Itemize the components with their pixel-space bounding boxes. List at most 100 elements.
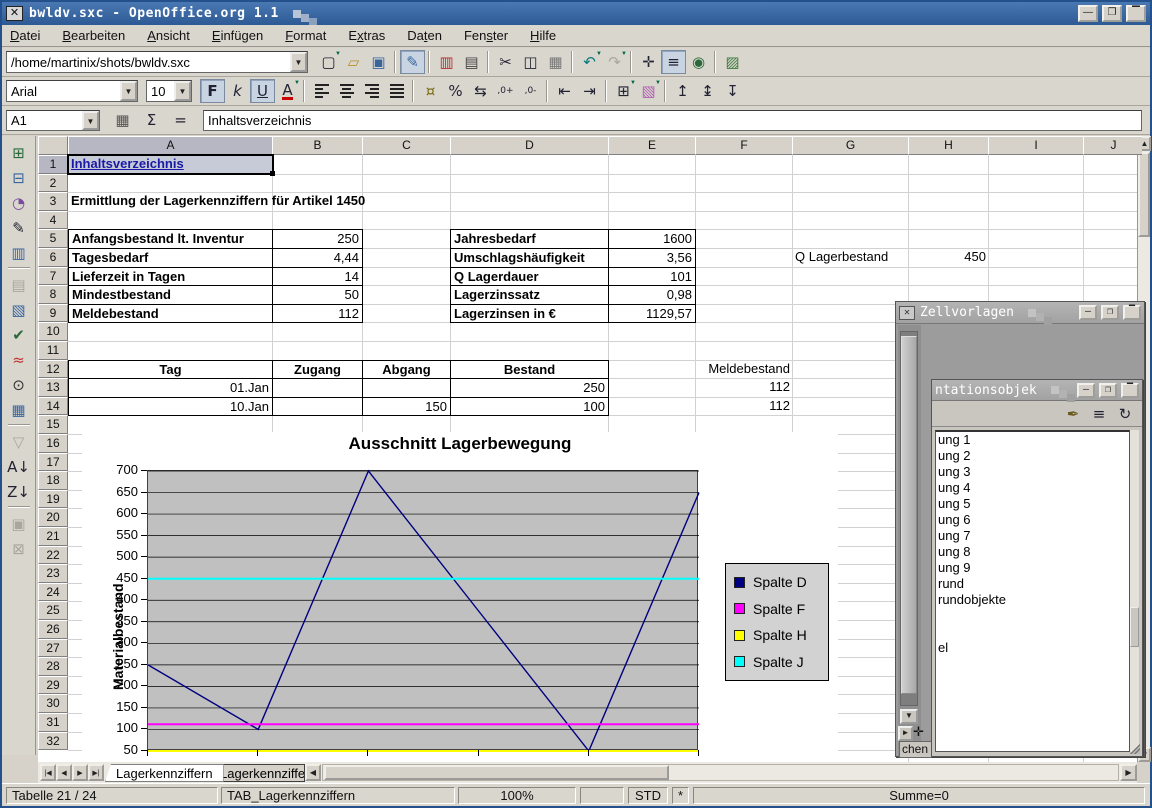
cell-A6[interactable]: Tagesbedarf bbox=[68, 248, 273, 268]
style-list-item-14[interactable]: el bbox=[936, 640, 1129, 656]
copy-button[interactable]: ◫ bbox=[518, 50, 543, 74]
row-header-9[interactable]: 9 bbox=[38, 304, 68, 323]
minimize-window-icon[interactable]: — bbox=[1079, 305, 1097, 320]
auto-spellcheck-button[interactable]: ≈ bbox=[6, 347, 32, 372]
cell-F12[interactable]: Meldebestand bbox=[695, 360, 793, 379]
align-center-button[interactable] bbox=[334, 79, 359, 103]
row-header-6[interactable]: 6 bbox=[38, 248, 68, 267]
paste-button[interactable]: ▦ bbox=[543, 50, 568, 74]
maximize-window-icon[interactable]: ❐ bbox=[1102, 5, 1122, 22]
row-header-1[interactable]: 1 bbox=[38, 155, 68, 174]
resize-grip[interactable] bbox=[1130, 744, 1140, 754]
menu-hilfe[interactable]: Hilfe bbox=[530, 28, 556, 43]
cell-G6[interactable]: Q Lagerbestand bbox=[792, 248, 909, 267]
close-icon[interactable]: ✕ bbox=[899, 306, 915, 320]
cut-button[interactable]: ✂ bbox=[493, 50, 518, 74]
previous-sheet-icon[interactable]: ◀ bbox=[56, 764, 72, 781]
cell-A5[interactable]: Anfangsbestand lt. Inventur bbox=[68, 229, 273, 249]
formula-input-line[interactable] bbox=[203, 110, 1142, 131]
presentation-styles-window[interactable]: ntationsobjek —❐▔ ✒≡↻ ung 1ung 2ung 3ung… bbox=[931, 379, 1143, 757]
url-combobox[interactable]: ▼ bbox=[6, 51, 308, 73]
cell-E8[interactable]: 0,98 bbox=[608, 285, 696, 305]
page-style-field[interactable]: TAB_Lagerkennziffern bbox=[221, 787, 455, 804]
column-header-B[interactable]: B bbox=[272, 136, 363, 155]
font-size-combobox[interactable]: ▼ bbox=[146, 80, 192, 102]
row-header-7[interactable]: 7 bbox=[38, 267, 68, 286]
cell-D8[interactable]: Lagerzinssatz bbox=[450, 285, 609, 305]
new-style-from-selection-button[interactable]: ≡ bbox=[1088, 404, 1110, 424]
row-header-11[interactable]: 11 bbox=[38, 341, 68, 360]
column-header-D[interactable]: D bbox=[450, 136, 609, 155]
cell-A1[interactable]: Inhaltsverzeichnis bbox=[68, 155, 273, 174]
align-right-button[interactable] bbox=[359, 79, 384, 103]
formula-button[interactable]: = bbox=[168, 108, 193, 132]
fill-format-mode-button[interactable]: ✒ bbox=[1062, 404, 1084, 424]
cell-E9[interactable]: 1129,57 bbox=[608, 304, 696, 324]
sort-ascending-button[interactable]: A↓ bbox=[6, 454, 32, 479]
cell-E7[interactable]: 101 bbox=[608, 267, 696, 287]
cell-C14[interactable]: 150 bbox=[362, 397, 451, 417]
cell-A8[interactable]: Mindestbestand bbox=[68, 285, 273, 305]
row-header-25[interactable]: 25 bbox=[38, 601, 68, 620]
form-functions-button[interactable]: ▥ bbox=[6, 240, 32, 265]
style-list-item-12[interactable] bbox=[936, 608, 1129, 624]
url-dropdown-icon[interactable]: ▼ bbox=[290, 52, 307, 72]
zoom-field[interactable]: 100% bbox=[458, 787, 576, 804]
print-document-button[interactable]: ▤ bbox=[459, 50, 484, 74]
borders-button[interactable]: ⊞▼ bbox=[611, 79, 636, 103]
draw-functions-button[interactable]: ✎ bbox=[6, 215, 32, 240]
style-list[interactable]: ung 1ung 2ung 3ung 4ung 5ung 6ung 7ung 8… bbox=[935, 430, 1130, 752]
scroll-down-icon[interactable]: ▼ bbox=[900, 709, 918, 724]
nav-right-icon[interactable]: ► bbox=[898, 726, 913, 741]
style-list-item-2[interactable]: ung 2 bbox=[936, 448, 1129, 464]
row-header-20[interactable]: 20 bbox=[38, 508, 68, 527]
minimize-window-icon[interactable]: — bbox=[1077, 383, 1095, 398]
selection-mode-field[interactable]: STD bbox=[628, 787, 668, 804]
row-header-29[interactable]: 29 bbox=[38, 676, 68, 695]
font-color-button[interactable]: A▼ bbox=[275, 79, 300, 103]
row-header-13[interactable]: 13 bbox=[38, 378, 68, 397]
style-list-item-9[interactable]: ung 9 bbox=[936, 560, 1129, 576]
cell-styles-scroll-strip[interactable]: ▼ ► ✛ chen bbox=[898, 325, 921, 756]
align-vcenter-button[interactable]: ↨ bbox=[695, 79, 720, 103]
choose-themes-button[interactable]: ▧ bbox=[6, 297, 32, 322]
cell-B8[interactable]: 50 bbox=[272, 285, 363, 305]
sheet-tab-1[interactable]: Lagerkennziffern bbox=[105, 764, 224, 782]
find-replace-button[interactable]: ⊙ bbox=[6, 372, 32, 397]
column-header-A[interactable]: A bbox=[68, 136, 273, 155]
cell-B7[interactable]: 14 bbox=[272, 267, 363, 287]
align-top-button[interactable]: ↥ bbox=[670, 79, 695, 103]
align-bottom-button[interactable]: ↧ bbox=[720, 79, 745, 103]
font-color-dropdown-icon[interactable]: ▼ bbox=[294, 80, 300, 86]
url-input[interactable] bbox=[11, 52, 307, 72]
row-header-12[interactable]: 12 bbox=[38, 360, 68, 379]
hscroll-right-icon[interactable]: ▶ bbox=[1120, 764, 1137, 781]
style-list-item-4[interactable]: ung 4 bbox=[936, 480, 1129, 496]
cell-E6[interactable]: 3,56 bbox=[608, 248, 696, 268]
delete-decimal-button[interactable]: ,0- bbox=[518, 79, 543, 103]
row-header-10[interactable]: 10 bbox=[38, 322, 68, 341]
column-header-F[interactable]: F bbox=[695, 136, 793, 155]
style-list-item-13[interactable] bbox=[936, 624, 1129, 640]
row-header-30[interactable]: 30 bbox=[38, 694, 68, 713]
save-document-button[interactable]: ▣ bbox=[366, 50, 391, 74]
cell-D13[interactable]: 250 bbox=[450, 378, 609, 398]
stylist-button[interactable]: ≡ bbox=[661, 50, 686, 74]
cell-B9[interactable]: 112 bbox=[272, 304, 363, 324]
cell-A12[interactable]: Tag bbox=[68, 360, 273, 380]
font-name-combobox[interactable]: ▼ bbox=[6, 80, 138, 102]
minimize-window-icon[interactable]: — bbox=[1078, 5, 1098, 22]
sum-button[interactable]: Σ bbox=[139, 108, 164, 132]
data-sources-button[interactable]: ▦ bbox=[6, 397, 32, 422]
cell-F13[interactable]: 112 bbox=[695, 378, 793, 397]
partial-sheet-tab[interactable]: chen bbox=[899, 741, 933, 758]
last-sheet-icon[interactable]: ▶| bbox=[88, 764, 104, 781]
currency-format-button[interactable]: ¤ bbox=[418, 79, 443, 103]
open-document-button[interactable]: ▱ bbox=[341, 50, 366, 74]
background-color-dropdown-icon[interactable]: ▼ bbox=[655, 80, 661, 86]
shade-window-icon[interactable]: ▔ bbox=[1126, 5, 1146, 22]
cell-A14[interactable]: 10.Jan bbox=[68, 397, 273, 417]
row-header-5[interactable]: 5 bbox=[38, 229, 68, 248]
insert-object-button[interactable]: ◔ bbox=[6, 190, 32, 215]
cell-A13[interactable]: 01.Jan bbox=[68, 378, 273, 398]
